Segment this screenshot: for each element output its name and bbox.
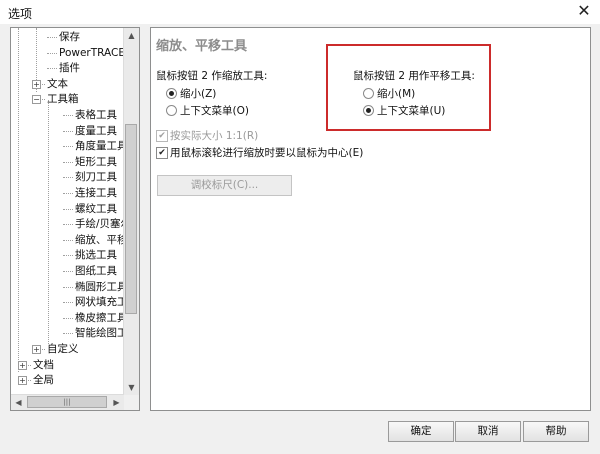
tree-item-table-tool[interactable]: 表格工具 [75,107,117,123]
tree-connector [63,271,73,272]
tree-guide-line [48,100,49,344]
tree-item-pick-tool[interactable]: 挑选工具 [75,247,117,263]
zoom-option2-label[interactable]: 上下文菜单(O) [180,103,249,118]
tree-connector [63,224,73,226]
tree-horizontal-thumb[interactable]: ||| [27,396,107,408]
tree-connector [63,286,73,288]
scroll-down-icon[interactable]: ▼ [124,380,139,395]
help-button[interactable]: 帮助 [523,421,589,442]
tree-item-document[interactable]: 文档 [33,357,54,373]
pan-option2-label[interactable]: 上下文菜单(U) [377,103,445,118]
actual-size-label[interactable]: 按实际大小 1:1(R) [170,128,258,143]
tree-connector [63,146,73,148]
pan-option1-label[interactable]: 缩小(M) [377,86,415,101]
tree-connector [63,177,73,179]
tree-connector [63,239,73,241]
scroll-corner [124,395,139,410]
pan-option2-radio[interactable] [363,105,374,116]
tree-item-powertrace[interactable]: PowerTRACE [59,45,125,61]
ok-button[interactable]: 确定 [388,421,454,442]
tree-vertical-thumb[interactable] [125,124,137,314]
tree-item-text[interactable]: 文本 [47,76,68,92]
tree-item-rect-tool[interactable]: 矩形工具 [75,154,117,170]
tree-connector [63,333,73,335]
expand-icon[interactable]: + [32,79,41,89]
zoom-option1-radio[interactable] [166,88,177,99]
expand-icon[interactable]: + [18,376,27,386]
tree-item-spiral-tool[interactable]: 螺纹工具 [75,201,117,217]
tree-item-connector-tool[interactable]: 连接工具 [75,185,117,201]
pan-group-label: 鼠标按钮 2 用作平移工具: [353,70,475,82]
tree-item-ellipse-tool[interactable]: 椭圆形工具 [75,279,128,295]
tree-connector [63,302,73,304]
tree-horizontal-scrollbar[interactable]: ◀ ||| ▶ [11,394,124,410]
window-title: 选项 [8,7,33,21]
options-tree: 保存 PowerTRACE 插件 文本 + 工具箱 − 表格工具 度量工具 角度量工具 矩形工具 刻刀… [10,27,140,411]
actual-size-checkbox[interactable]: ✔ [156,130,168,142]
cancel-button[interactable]: 取消 [455,421,521,442]
tree-item-angle-tool[interactable]: 角度量工具 [75,138,128,154]
collapse-icon[interactable]: − [32,95,41,105]
zoom-option1-label[interactable]: 缩小(Z) [180,86,216,101]
tree-item-eraser-tool[interactable]: 橡皮擦工具 [75,310,128,326]
tree-vertical-scrollbar[interactable]: ▲ ▼ [123,28,139,395]
scroll-up-icon[interactable]: ▲ [124,28,139,43]
title-bar: 选项 ✕ [0,0,600,24]
calibrate-rulers-button[interactable]: 调校标尺(C)... [157,175,292,196]
panel-heading: 缩放、平移工具 [156,39,248,54]
scroll-right-icon[interactable]: ▶ [109,395,124,410]
tree-item-knife-tool[interactable]: 刻刀工具 [75,169,117,185]
pan-option1-radio[interactable] [363,88,374,99]
zoom-option2-radio[interactable] [166,105,177,116]
expand-icon[interactable]: + [32,345,41,354]
tree-connector [47,37,57,38]
tree-connector [63,208,73,210]
tree-connector [47,68,57,70]
settings-panel: 缩放、平移工具 鼠标按钮 2 作缩放工具: 缩小(Z) 上下文菜单(O) 鼠标按… [150,27,591,411]
tree-connector [63,193,73,194]
tree-item-graph-paper-tool[interactable]: 图纸工具 [75,263,117,279]
tree-guide-line [18,28,19,372]
tree-item-customize[interactable]: 自定义 [47,341,79,357]
tree-connector [47,52,57,54]
center-on-mouse-checkbox[interactable]: ✔ [156,147,168,159]
tree-connector [63,317,73,319]
tree-item-measure-tool[interactable]: 度量工具 [75,123,117,139]
zoom-group-label: 鼠标按钮 2 作缩放工具: [156,70,268,82]
expand-icon[interactable]: + [18,360,27,370]
tree-item-toolbox[interactable]: 工具箱 [47,91,79,107]
scroll-left-icon[interactable]: ◀ [11,395,26,410]
tree-item-global[interactable]: 全局 [33,372,54,388]
tree-item-save[interactable]: 保存 [59,29,80,45]
center-on-mouse-label[interactable]: 用鼠标滚轮进行缩放时要以鼠标为中心(E) [170,145,363,160]
tree-item-plugins[interactable]: 插件 [59,60,80,76]
tree-connector [63,255,73,257]
tree-connector [63,130,73,132]
tree-connector [63,115,73,116]
close-icon[interactable]: ✕ [574,1,594,21]
tree-connector [63,161,73,163]
